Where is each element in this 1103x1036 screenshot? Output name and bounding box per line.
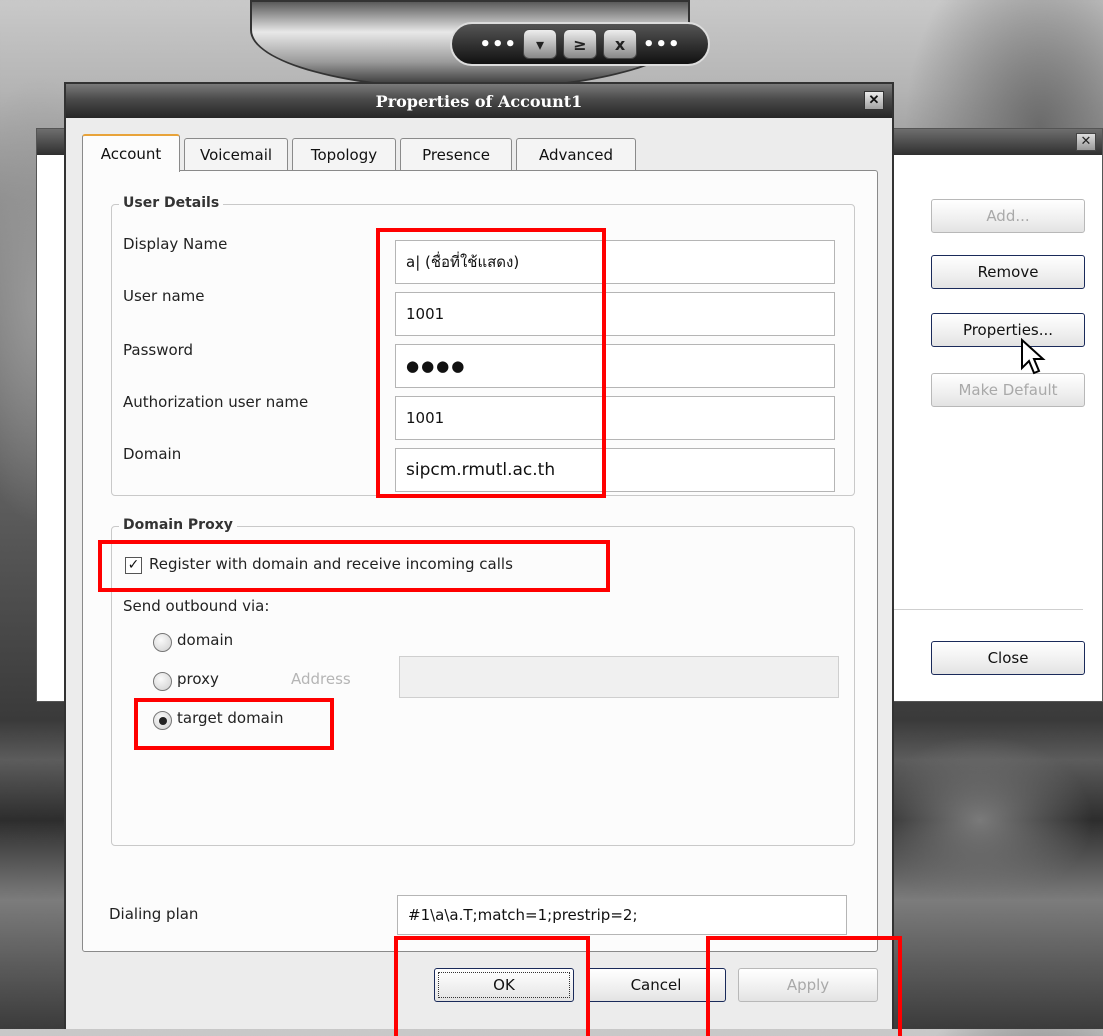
close-icon[interactable]: x	[603, 29, 637, 59]
close-button[interactable]: Close	[931, 641, 1085, 675]
radio-domain-label[interactable]: domain	[177, 631, 233, 649]
radio-target-domain-label[interactable]: target domain	[177, 709, 284, 727]
apply-button[interactable]: Apply	[738, 968, 878, 1002]
remove-button[interactable]: Remove	[931, 255, 1085, 289]
password-field[interactable]: ●●●●	[395, 344, 835, 388]
user-name-label: User name	[123, 287, 205, 305]
display-name-label: Display Name	[123, 235, 228, 253]
tab-presence[interactable]: Presence	[400, 138, 512, 170]
dialing-plan-label: Dialing plan	[109, 905, 199, 923]
authorization-user-name-field[interactable]: 1001	[395, 396, 835, 440]
domain-label: Domain	[123, 445, 182, 463]
register-label[interactable]: Register with domain and receive incomin…	[149, 555, 513, 573]
dialog-close-icon[interactable]: ✕	[864, 91, 884, 110]
register-checkbox[interactable]: ✓	[125, 557, 142, 574]
properties-dialog: Properties of Account1 ✕ Account Voicema…	[64, 82, 894, 1029]
mouse-cursor-icon	[1021, 338, 1046, 375]
domain-proxy-title: Domain Proxy	[119, 517, 237, 533]
minimize-icon[interactable]: ≥	[563, 29, 597, 59]
send-outbound-label: Send outbound via:	[123, 597, 270, 615]
authorization-user-name-label: Authorization user name	[123, 393, 309, 411]
user-name-field[interactable]: 1001	[395, 292, 835, 336]
divider	[893, 609, 1083, 610]
tab-topology[interactable]: Topology	[292, 138, 396, 170]
password-label: Password	[123, 341, 194, 359]
tab-advanced[interactable]: Advanced	[516, 138, 636, 170]
radio-proxy-label[interactable]: proxy	[177, 670, 219, 688]
user-details-title: User Details	[119, 195, 224, 211]
dialing-plan-field[interactable]: #1\a\a.T;match=1;prestrip=2;	[397, 895, 847, 935]
ok-button[interactable]: OK	[434, 968, 574, 1002]
radio-target-domain[interactable]	[153, 711, 172, 730]
chevron-down-icon[interactable]: ▾	[523, 29, 557, 59]
phone-toolbar: ••• ▾ ≥ x •••	[450, 22, 710, 66]
domain-field[interactable]: sipcm.rmutl.ac.th	[395, 448, 835, 492]
address-label: Address	[291, 670, 351, 688]
toolbar-dots-left: •••	[479, 33, 517, 55]
radio-proxy[interactable]	[153, 672, 172, 691]
cancel-button[interactable]: Cancel	[586, 968, 726, 1002]
tab-account[interactable]: Account	[82, 134, 180, 172]
display-name-field[interactable]: a| (ชื่อที่ใช้แสดง)	[395, 240, 835, 284]
account-tab-panel: User Details Display Name a| (ชื่อที่ใช้…	[82, 170, 878, 952]
make-default-button[interactable]: Make Default	[931, 373, 1085, 407]
toolbar-dots-right: •••	[643, 33, 681, 55]
accounts-window-close-icon[interactable]: ✕	[1076, 133, 1096, 151]
address-field[interactable]	[399, 656, 839, 698]
add-button[interactable]: Add...	[931, 199, 1085, 233]
dialog-titlebar: Properties of Account1 ✕	[66, 84, 892, 118]
dialog-title: Properties of Account1	[375, 91, 583, 111]
properties-button[interactable]: Properties...	[931, 313, 1085, 347]
radio-domain[interactable]	[153, 633, 172, 652]
tab-voicemail[interactable]: Voicemail	[184, 138, 288, 170]
